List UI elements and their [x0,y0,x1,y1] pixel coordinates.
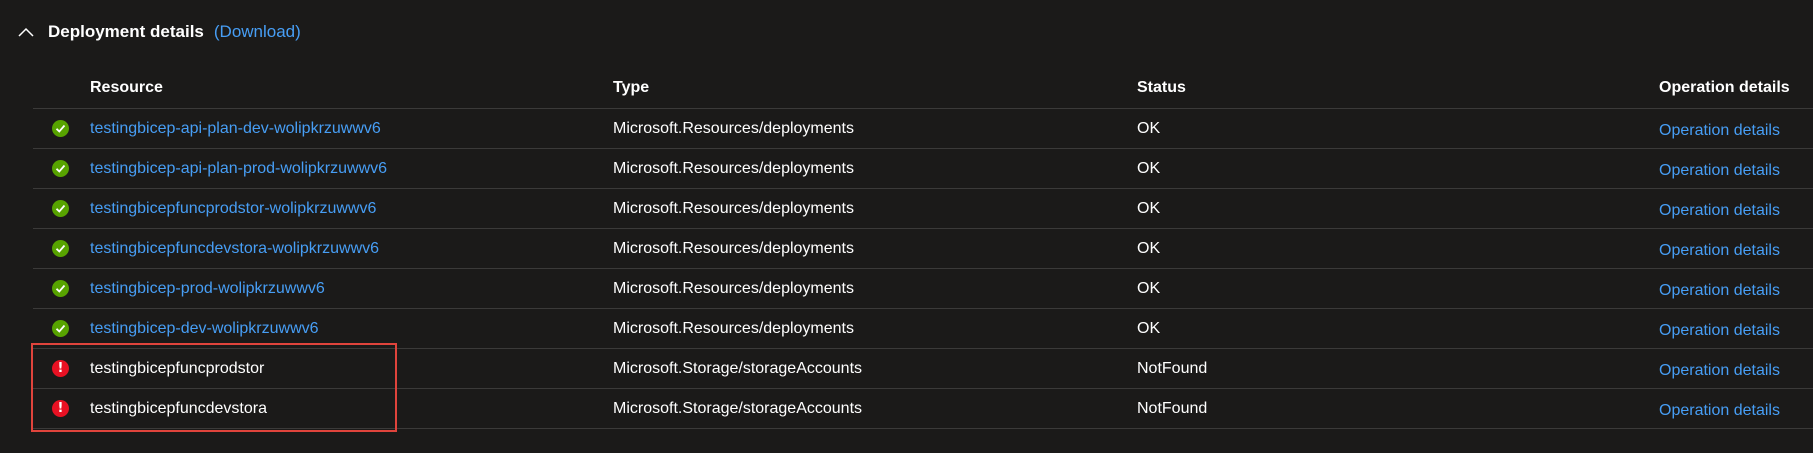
operation-details-link[interactable]: Operation details [1659,229,1780,268]
resource-name[interactable]: testingbicepfuncprodstor-wolipkrzuwwv6 [90,189,376,228]
operation-details-link[interactable]: Operation details [1659,309,1780,348]
section-title: Deployment details [48,22,204,41]
chevron-up-icon[interactable] [18,24,34,40]
operation-details-link[interactable]: Operation details [1659,149,1780,188]
table-header-row: Resource Type Status Operation details [33,67,1813,109]
status-text: OK [1137,239,1161,257]
status-icon-cell [52,269,70,308]
success-check-icon [52,120,69,137]
table-row: testingbicep-dev-wolipkrzuwwv6 Microsoft.… [33,309,1813,349]
resource-type: Microsoft.Resources/deployments [613,199,854,217]
resource-name: testingbicepfuncprodstor [90,359,265,377]
resource-name[interactable]: testingbicep-prod-wolipkrzuwwv6 [90,269,325,308]
success-check-icon [52,280,69,297]
success-check-icon [52,320,69,337]
status-icon-cell [52,149,70,188]
resource-name: testingbicepfuncdevstora [90,399,267,417]
table-row: testingbicep-api-plan-dev-wolipkrzuwwv6 M… [33,109,1813,149]
resource-name[interactable]: testingbicep-dev-wolipkrzuwwv6 [90,309,319,348]
status-text: OK [1137,119,1161,137]
column-header-type: Type [613,78,650,96]
status-text: OK [1137,279,1161,297]
resource-type: Microsoft.Resources/deployments [613,119,854,137]
resource-type: Microsoft.Storage/storageAccounts [613,399,863,417]
error-icon: ! [52,400,69,417]
resource-type: Microsoft.Storage/storageAccounts [613,359,863,377]
table-row: testingbicepfuncprodstor-wolipkrzuwwv6 Mi… [33,189,1813,229]
operation-details-link[interactable]: Operation details [1659,389,1780,428]
status-text: NotFound [1137,359,1208,377]
resource-type: Microsoft.Resources/deployments [613,159,854,177]
download-link[interactable]: (Download) [214,22,301,42]
status-icon-cell [52,229,70,268]
resource-name[interactable]: testingbicep-api-plan-prod-wolipkrzuwwv6 [90,149,387,188]
status-icon-cell: ! [52,389,70,428]
status-icon-cell [52,309,70,348]
error-icon: ! [52,360,69,377]
operation-details-link[interactable]: Operation details [1659,189,1780,228]
resource-type: Microsoft.Resources/deployments [613,279,854,297]
column-header-status: Status [1137,78,1186,96]
table-body: testingbicep-api-plan-dev-wolipkrzuwwv6 M… [33,109,1813,429]
column-header-operation-details: Operation details [1659,78,1790,96]
status-text: OK [1137,199,1161,217]
status-icon-cell [52,189,70,228]
status-text: OK [1137,319,1161,337]
operation-details-link[interactable]: Operation details [1659,269,1780,308]
status-icon-cell [52,109,70,148]
table-row: ! testingbicepfuncprodstor Microsoft.Stora… [33,349,1813,389]
success-check-icon [52,160,69,177]
success-check-icon [52,240,69,257]
resource-name[interactable]: testingbicep-api-plan-dev-wolipkrzuwwv6 [90,109,381,148]
table-row: testingbicep-prod-wolipkrzuwwv6 Microsoft… [33,269,1813,309]
status-icon-cell: ! [52,349,70,388]
status-text: NotFound [1137,399,1208,417]
deployment-details-table: Resource Type Status Operation details t… [33,67,1813,429]
table-row: testingbicepfuncdevstora-wolipkrzuwwv6 Mi… [33,229,1813,269]
operation-details-link[interactable]: Operation details [1659,109,1780,148]
table-row: testingbicep-api-plan-prod-wolipkrzuwwv6… [33,149,1813,189]
resource-type: Microsoft.Resources/deployments [613,239,854,257]
table-row: ! testingbicepfuncdevstora Microsoft.Stora… [33,389,1813,429]
success-check-icon [52,200,69,217]
resource-type: Microsoft.Resources/deployments [613,319,854,337]
operation-details-link[interactable]: Operation details [1659,349,1780,388]
column-header-resource: Resource [90,78,163,96]
status-text: OK [1137,159,1161,177]
deployment-details-header: Deployment details (Download) [18,18,301,46]
resource-name[interactable]: testingbicepfuncdevstora-wolipkrzuwwv6 [90,229,379,268]
